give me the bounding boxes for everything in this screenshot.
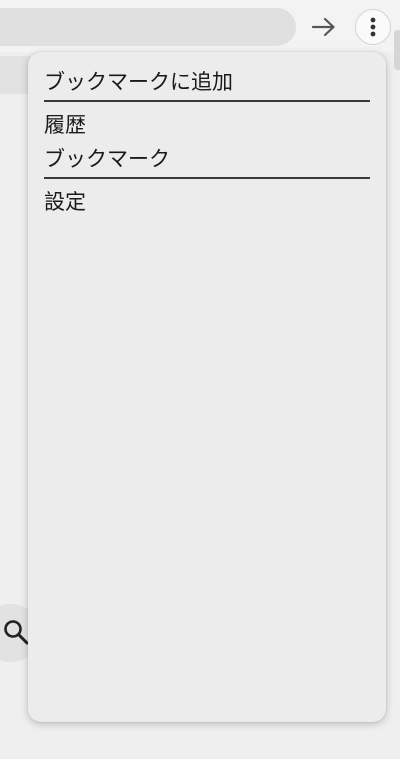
tab-edge <box>394 30 400 70</box>
arrow-right-icon <box>311 17 335 37</box>
forward-button[interactable] <box>307 10 341 44</box>
browser-toolbar <box>0 0 400 52</box>
address-bar[interactable] <box>0 8 296 46</box>
overflow-menu: ブックマークに追加 履歴 ブックマーク 設定 <box>28 52 386 722</box>
browser-window: ブックマークに追加 履歴 ブックマーク 設定 <box>0 0 400 759</box>
more-vert-icon <box>370 17 376 37</box>
menu-item-add-bookmark[interactable]: ブックマークに追加 <box>44 65 370 99</box>
menu-item-history[interactable]: 履歴 <box>44 108 370 142</box>
menu-separator <box>44 177 370 179</box>
menu-item-settings[interactable]: 設定 <box>44 185 370 219</box>
menu-item-bookmarks[interactable]: ブックマーク <box>44 142 370 176</box>
menu-separator <box>44 100 370 102</box>
menu-button[interactable] <box>355 9 391 45</box>
